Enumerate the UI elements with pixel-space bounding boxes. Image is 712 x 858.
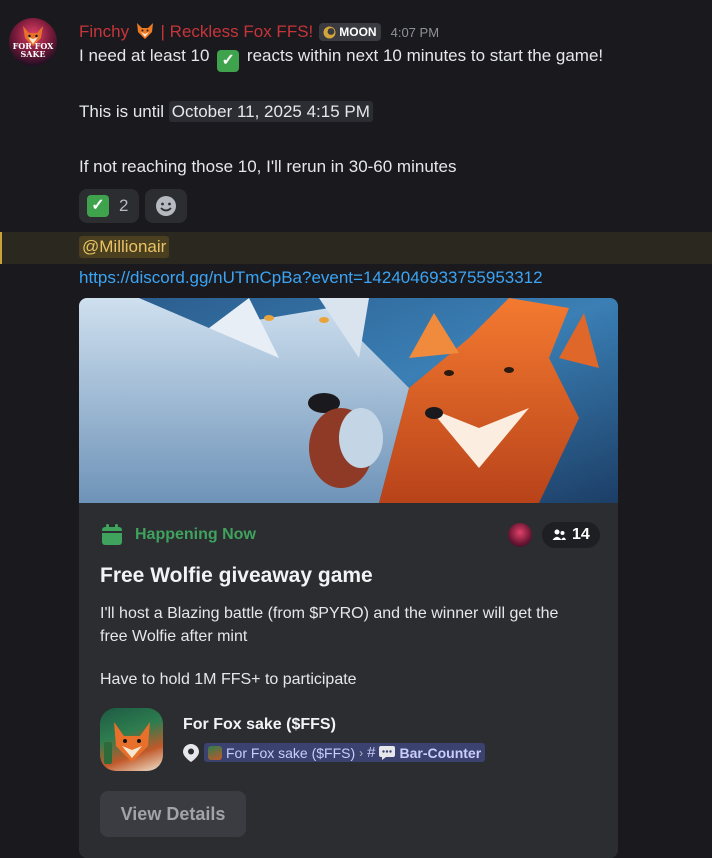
- fox-guild-logo-icon: [104, 722, 150, 764]
- role-badge[interactable]: MOON: [319, 23, 381, 41]
- author-name-text: Finchy: [79, 22, 130, 41]
- event-description: I'll host a Blazing battle (from $PYRO) …: [100, 605, 559, 645]
- formatted-timestamp[interactable]: October 11, 2025 4:15 PM: [168, 101, 373, 122]
- invite-link[interactable]: https://discord.gg/nUTmCpBa?event=142404…: [79, 268, 543, 288]
- message-timestamp[interactable]: 4:07 PM: [391, 25, 439, 40]
- line1-start: I need at least 10: [79, 46, 210, 65]
- smiley-add-reaction-icon: [156, 196, 177, 216]
- event-banner-image: [79, 298, 618, 503]
- guild-icon[interactable]: [100, 708, 163, 771]
- guild-mini-icon: [208, 745, 222, 760]
- user-mention[interactable]: @Millionair: [79, 236, 170, 258]
- message-line-2: This is until October 11, 2025 4:15 PM: [79, 101, 373, 122]
- speech-bubble-icon: [379, 745, 396, 760]
- view-details-button[interactable]: View Details: [100, 791, 246, 837]
- reaction-count: 2: [119, 196, 129, 215]
- people-icon: [552, 529, 566, 540]
- message-line-3: If not reaching those 10, I'll rerun in …: [79, 157, 457, 176]
- add-reaction-button[interactable]: [145, 189, 188, 223]
- author-avatar[interactable]: FOR FOX SAKE: [9, 18, 57, 66]
- creator-avatar[interactable]: [508, 523, 532, 547]
- line1-end: reacts within next 10 minutes to start t…: [246, 46, 604, 65]
- event-title: Free Wolfie giveaway game: [100, 564, 373, 587]
- event-location: For Fox sake ($FFS) › # Bar-Counter: [183, 743, 486, 762]
- check-mark-emoji-icon: ✓: [217, 50, 240, 72]
- location-pin-icon: [183, 743, 199, 762]
- calendar-icon: [102, 524, 122, 545]
- author-name-suffix: | Reckless Fox FFS!: [160, 22, 314, 41]
- role-badge-label: MOON: [339, 25, 377, 39]
- guild-name: For Fox sake ($FFS): [183, 716, 336, 733]
- breadcrumb-separator: ›: [359, 745, 364, 760]
- avatar-text: FOR FOX SAKE: [12, 41, 54, 59]
- interested-count[interactable]: 14: [542, 522, 600, 548]
- channel-hash-icon: #: [367, 744, 376, 761]
- location-guild-chip[interactable]: For Fox sake ($FFS) › # Bar-Counter: [204, 743, 486, 762]
- event-status: Happening Now: [101, 524, 256, 546]
- author-name[interactable]: Finchy | Reckless Fox FFS!: [79, 22, 313, 42]
- interested-count-value: 14: [572, 526, 590, 543]
- line2-start: This is until: [79, 102, 165, 121]
- fox-emoji-icon: [136, 23, 153, 39]
- check-mark-reaction-icon: ✓: [87, 195, 109, 217]
- event-requirement: Have to hold 1M FFS+ to participate: [100, 671, 357, 688]
- message-line-1: I need at least 10 ✓ reacts within next …: [79, 46, 603, 72]
- moon-coin-icon: [323, 26, 336, 38]
- channel-name: Bar-Counter: [399, 744, 482, 761]
- event-status-label: Happening Now: [135, 526, 256, 543]
- location-guild-name: For Fox sake ($FFS): [226, 744, 356, 761]
- reactions-bar: ✓ 2: [79, 189, 188, 223]
- event-embed-card: Happening Now 14 Free Wolfie giveaway ga…: [79, 298, 618, 858]
- message-header: Finchy | Reckless Fox FFS! MOON 4:07 PM: [79, 20, 439, 44]
- reaction-check[interactable]: ✓ 2: [79, 189, 140, 223]
